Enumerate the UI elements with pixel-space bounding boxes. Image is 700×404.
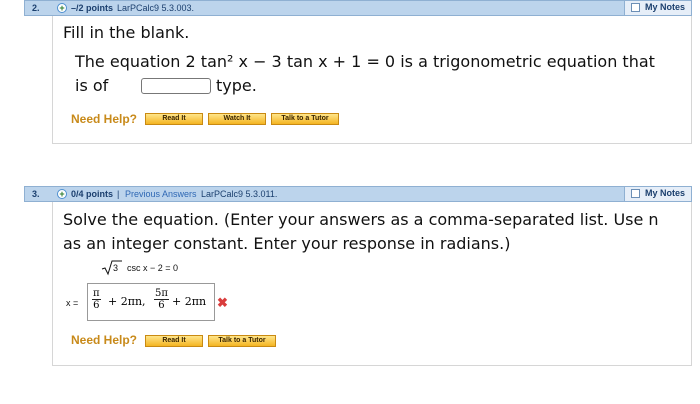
instruction-text: Fill in the blank. [63,23,190,42]
instruction-line-1: Solve the equation. (Enter your answers … [63,210,659,229]
need-help-label: Need Help? [71,333,138,347]
answer-end: + 2πn [172,295,207,308]
question-3-body: Solve the equation. (Enter your answers … [52,202,692,366]
question-sentence: The equation 2 tan² x − 3 tan x + 1 = 0 … [75,52,655,71]
square-root-icon [101,260,122,276]
points-label: –/2 points [71,3,114,13]
fraction-2-denominator: 6 [158,300,165,311]
incorrect-x-icon: ✖ [217,295,228,310]
my-notes-label: My Notes [645,2,686,12]
need-help-label: Need Help? [71,112,138,126]
question-number: 3. [32,189,40,199]
equation-text: csc x − 2 = 0 [127,263,179,273]
question-number: 2. [32,3,40,13]
fraction-2: 5π 6 [154,288,169,311]
separator: | [117,189,120,199]
sentence-prefix: is of [75,76,109,95]
question-source: LarPCalc9 5.3.003. [117,3,195,13]
fraction-2-numerator: 5π [154,288,169,300]
question-2-header: 2. + –/2 points LarPCalc9 5.3.003. My No… [24,0,692,16]
answer-label: x = [66,298,79,308]
watch-it-button[interactable]: Watch It [208,113,266,125]
sentence-suffix: type. [216,76,257,95]
checkbox-icon[interactable] [631,189,640,198]
question-2-body: Fill in the blank. The equation 2 tan² x… [52,16,692,144]
talk-to-tutor-button[interactable]: Talk to a Tutor [208,335,276,347]
my-notes-label: My Notes [645,188,686,198]
question-3-header: 3. + 0/4 points | Previous Answers LarPC… [24,186,692,202]
sqrt-radicand: 3 [113,263,119,273]
read-it-button[interactable]: Read It [145,335,203,347]
answer-input[interactable]: π 6 + 2πn, 5π 6 + 2πn [87,283,215,321]
fraction-1-numerator: π [92,288,101,300]
fill-blank-input[interactable] [141,78,211,94]
read-it-button[interactable]: Read It [145,113,203,125]
points-label: 0/4 points [71,189,114,199]
fraction-1-denominator: 6 [93,300,100,311]
my-notes-toggle[interactable]: My Notes [624,187,691,201]
fraction-1: π 6 [92,288,101,311]
instruction-line-2: as an integer constant. Enter your respo… [63,234,511,253]
question-source: LarPCalc9 5.3.011. [201,189,278,199]
checkbox-icon[interactable] [631,3,640,12]
talk-to-tutor-button[interactable]: Talk to a Tutor [271,113,339,125]
previous-answers-link[interactable]: Previous Answers [125,189,197,199]
expand-plus-icon[interactable]: + [57,3,67,13]
my-notes-toggle[interactable]: My Notes [624,1,691,15]
expand-plus-icon[interactable]: + [57,189,67,199]
answer-middle: + 2πn, [108,295,146,308]
